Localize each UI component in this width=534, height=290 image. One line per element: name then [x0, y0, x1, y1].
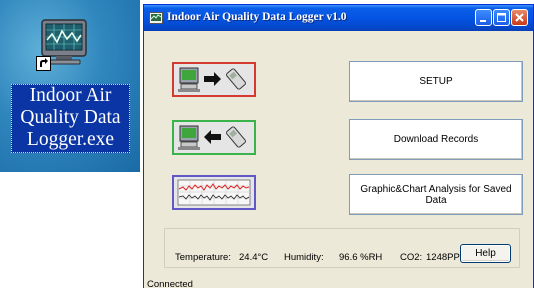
shortcut-label-line: Logger.exe [26, 129, 115, 150]
maximize-button[interactable] [493, 9, 510, 26]
humidity-label: Humidity: [284, 252, 324, 263]
readings-panel: Temperature: 24.4°C Humidity: 96.6 %RH C… [164, 228, 520, 268]
temperature-label: Temperature: [175, 252, 231, 263]
line-chart-icon [172, 175, 256, 210]
co2-label: CO2: [400, 252, 423, 263]
window-title: Indoor Air Quality Data Logger v1.0 [167, 11, 347, 23]
close-button[interactable] [511, 9, 528, 26]
minimize-icon [480, 20, 486, 22]
desktop-background: Indoor Air Quality Data Logger.exe [0, 0, 140, 172]
graphic-chart-analysis-button[interactable]: Graphic&Chart Analysis for Saved Data [349, 174, 523, 215]
shortcut-label-line: Quality Data [20, 107, 121, 128]
computer-to-logger-icon [172, 62, 256, 97]
status-bar-text: Connected [147, 279, 193, 290]
logger-to-computer-icon [172, 120, 256, 155]
close-icon [515, 13, 524, 22]
temperature-value: 24.4°C [239, 252, 269, 263]
shortcut-arrow-icon [36, 56, 51, 71]
help-button[interactable]: Help [460, 244, 511, 263]
app-icon[interactable] [149, 11, 163, 24]
maximize-icon [497, 13, 506, 22]
humidity-value: 96.6 %RH [339, 252, 383, 263]
app-window: Indoor Air Quality Data Logger v1.0 SETU… [143, 4, 534, 290]
title-bar[interactable]: Indoor Air Quality Data Logger v1.0 [144, 5, 533, 31]
download-records-button[interactable]: Download Records [349, 119, 523, 160]
shortcut-label-line: Indoor Air [29, 85, 112, 106]
minimize-button[interactable] [475, 9, 492, 26]
shortcut-label[interactable]: Indoor Air Quality Data Logger.exe [11, 84, 130, 153]
setup-button[interactable]: SETUP [349, 61, 523, 102]
